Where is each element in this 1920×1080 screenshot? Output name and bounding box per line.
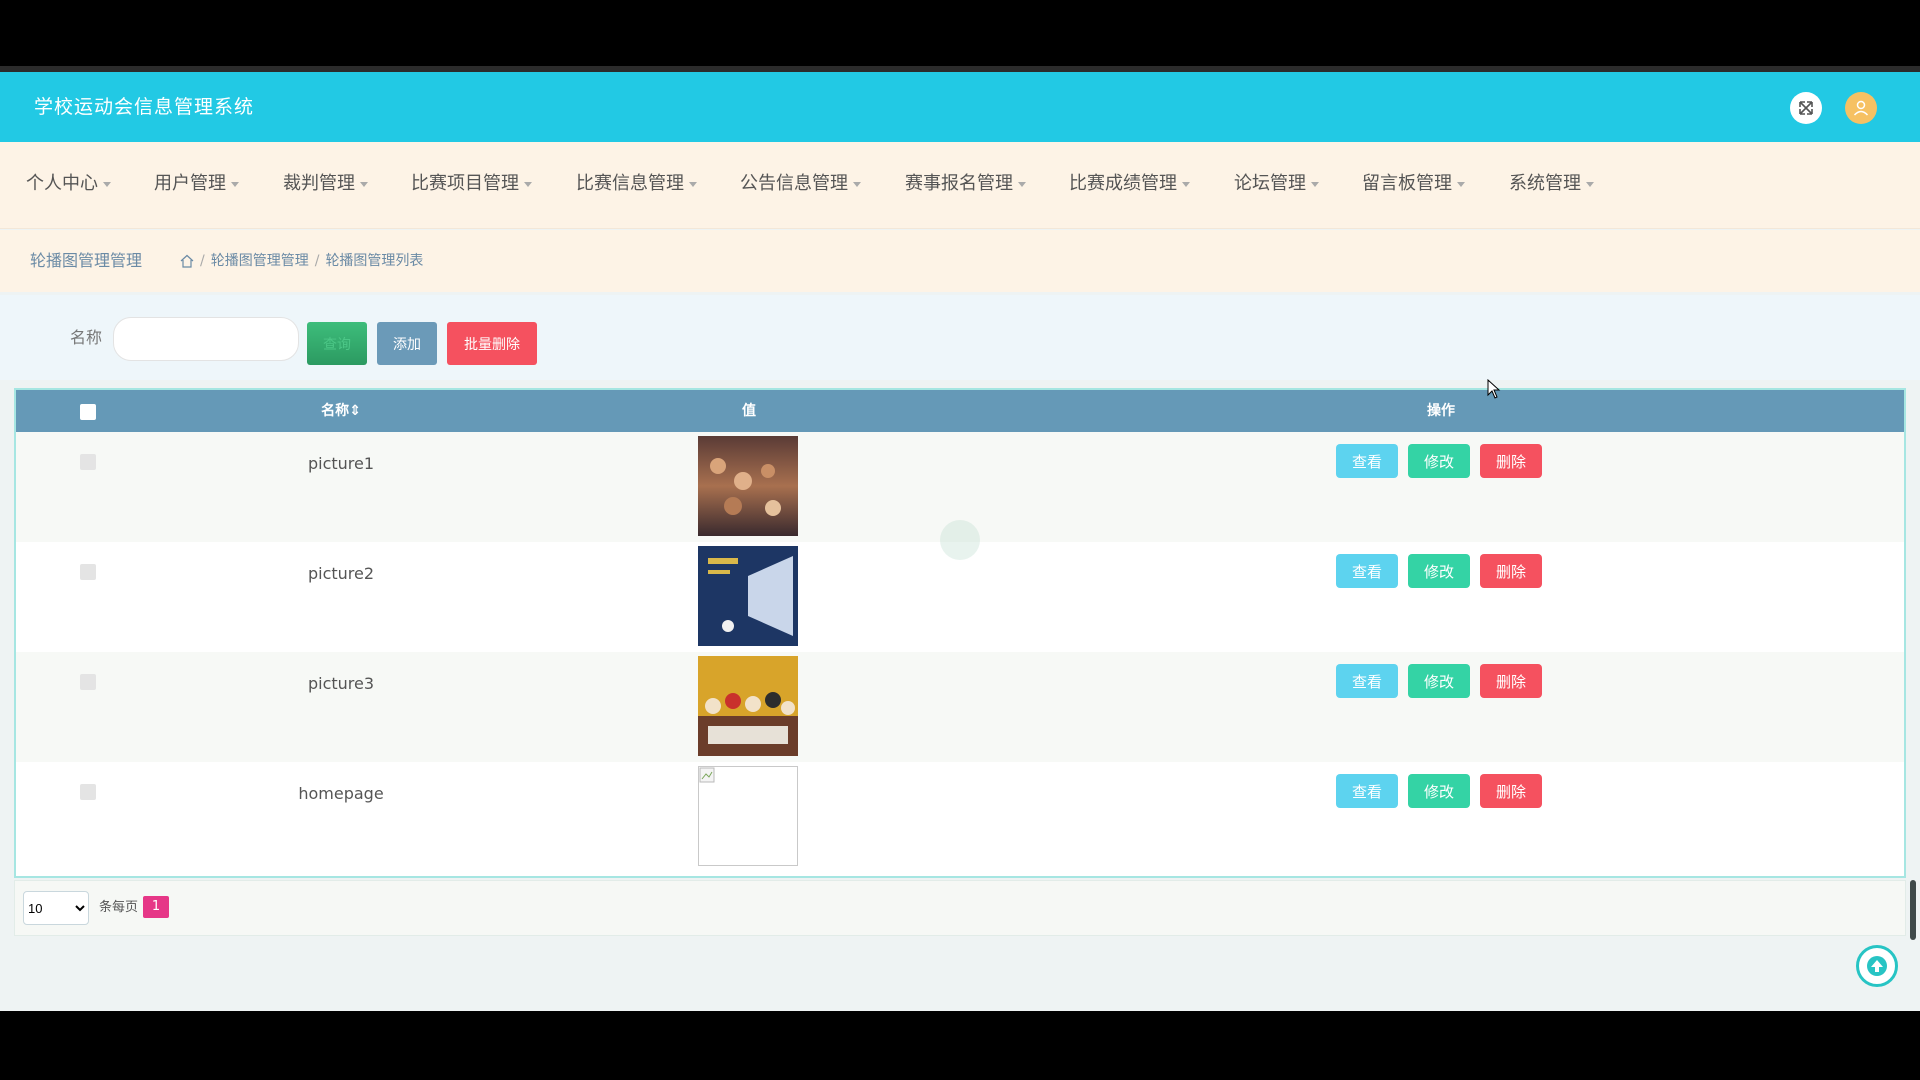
chevron-down-icon: [231, 181, 239, 187]
delete-button[interactable]: 删除: [1480, 554, 1542, 588]
user-avatar-button[interactable]: [1845, 92, 1877, 124]
page-button-current[interactable]: 1: [143, 896, 169, 918]
chevron-down-icon: [1457, 181, 1465, 187]
broken-image-icon: [698, 766, 798, 866]
chevron-down-icon: [524, 181, 532, 187]
row-checkbox[interactable]: [80, 784, 96, 800]
nav-item-scores[interactable]: 比赛成绩管理: [1069, 142, 1190, 226]
row-name: picture1: [307, 454, 375, 473]
nav-item-matches[interactable]: 比赛信息管理: [576, 142, 697, 226]
row-name: homepage: [298, 784, 384, 803]
edit-button[interactable]: 修改: [1408, 444, 1470, 478]
column-header-value: 值: [742, 403, 756, 419]
app-title: 学校运动会信息管理系统: [34, 96, 255, 118]
chevron-down-icon: [103, 181, 111, 187]
view-button[interactable]: 查看: [1336, 664, 1398, 698]
view-button[interactable]: 查看: [1336, 774, 1398, 808]
table-row: homepage 查看 修改 删除: [16, 762, 1904, 872]
name-search-input[interactable]: [113, 317, 299, 361]
batch-delete-button[interactable]: 批量删除: [447, 322, 537, 365]
view-button[interactable]: 查看: [1336, 444, 1398, 478]
thumbnail-image: [698, 656, 798, 756]
chevron-down-icon: [1018, 181, 1026, 187]
edit-button[interactable]: 修改: [1408, 554, 1470, 588]
chevron-down-icon: [1586, 181, 1594, 187]
delete-button[interactable]: 删除: [1480, 444, 1542, 478]
row-checkbox[interactable]: [80, 564, 96, 580]
data-table: 名称⇕ 值 操作 picture1 查看 修改 删除 picture2 查看 修…: [14, 388, 1906, 878]
nav-item-system[interactable]: 系统管理: [1509, 142, 1594, 226]
view-button[interactable]: 查看: [1336, 554, 1398, 588]
row-name: picture2: [307, 564, 375, 583]
breadcrumb-item[interactable]: 轮播图管理管理: [211, 230, 309, 292]
nav-item-users[interactable]: 用户管理: [154, 142, 239, 226]
nav-item-referees[interactable]: 裁判管理: [283, 142, 368, 226]
chevron-down-icon: [853, 181, 861, 187]
thumbnail-image: [698, 546, 798, 646]
nav-item-events[interactable]: 比赛项目管理: [411, 142, 532, 226]
row-name: picture3: [307, 674, 375, 693]
chevron-down-icon: [1182, 181, 1190, 187]
thumbnail-image: [698, 436, 798, 536]
column-header-name[interactable]: 名称⇕: [321, 390, 361, 432]
select-all-checkbox[interactable]: [80, 404, 96, 420]
nav-item-messages[interactable]: 留言板管理: [1362, 142, 1465, 226]
row-checkbox[interactable]: [80, 674, 96, 690]
arrow-up-icon: [1867, 956, 1887, 976]
back-to-top-button[interactable]: [1856, 945, 1898, 987]
column-header-actions: 操作: [1427, 403, 1455, 419]
chevron-down-icon: [360, 181, 368, 187]
search-bar: 名称 查询 添加 批量删除: [0, 295, 1920, 380]
delete-button[interactable]: 删除: [1480, 664, 1542, 698]
row-checkbox[interactable]: [80, 454, 96, 470]
nav-item-forum[interactable]: 论坛管理: [1234, 142, 1319, 226]
edit-button[interactable]: 修改: [1408, 774, 1470, 808]
search-button[interactable]: 查询: [307, 322, 367, 365]
pagination: 10 20 50 条每页 1: [14, 880, 1906, 936]
loading-spinner: [940, 520, 980, 560]
page-size-select[interactable]: 10 20 50: [23, 891, 89, 925]
breadcrumb: / 轮播图管理管理 / 轮播图管理列表: [180, 230, 423, 292]
breadcrumb-separator: /: [314, 253, 320, 269]
mouse-cursor-icon: [1487, 379, 1501, 399]
breadcrumb-separator: /: [200, 253, 205, 269]
home-icon[interactable]: [180, 254, 194, 268]
user-icon: [1853, 100, 1869, 116]
nav-item-announcements[interactable]: 公告信息管理: [740, 142, 861, 226]
breadcrumb-bar: 轮播图管理管理 / 轮播图管理管理 / 轮播图管理列表: [0, 230, 1920, 292]
name-label: 名称: [70, 328, 103, 347]
per-page-label: 条每页: [99, 900, 139, 915]
fullscreen-button[interactable]: [1790, 92, 1822, 124]
page-title: 轮播图管理管理: [30, 251, 143, 270]
add-button[interactable]: 添加: [377, 322, 437, 365]
chevron-down-icon: [689, 181, 697, 187]
breadcrumb-item: 轮播图管理列表: [325, 253, 424, 269]
nav-item-registrations[interactable]: 赛事报名管理: [905, 142, 1026, 226]
table-row: picture3 查看 修改 删除: [16, 652, 1904, 762]
scrollbar-thumb[interactable]: [1910, 880, 1916, 940]
top-header: 学校运动会信息管理系统: [0, 72, 1920, 142]
delete-button[interactable]: 删除: [1480, 774, 1542, 808]
fullscreen-icon: [1799, 101, 1813, 115]
sort-icon[interactable]: ⇕: [349, 403, 361, 419]
main-nav: 个人中心 用户管理 裁判管理 比赛项目管理 比赛信息管理 公告信息管理 赛事报名…: [0, 142, 1920, 229]
chevron-down-icon: [1311, 181, 1319, 187]
nav-item-personal-center[interactable]: 个人中心: [26, 142, 111, 226]
table-header: 名称⇕ 值 操作: [16, 390, 1904, 432]
edit-button[interactable]: 修改: [1408, 664, 1470, 698]
